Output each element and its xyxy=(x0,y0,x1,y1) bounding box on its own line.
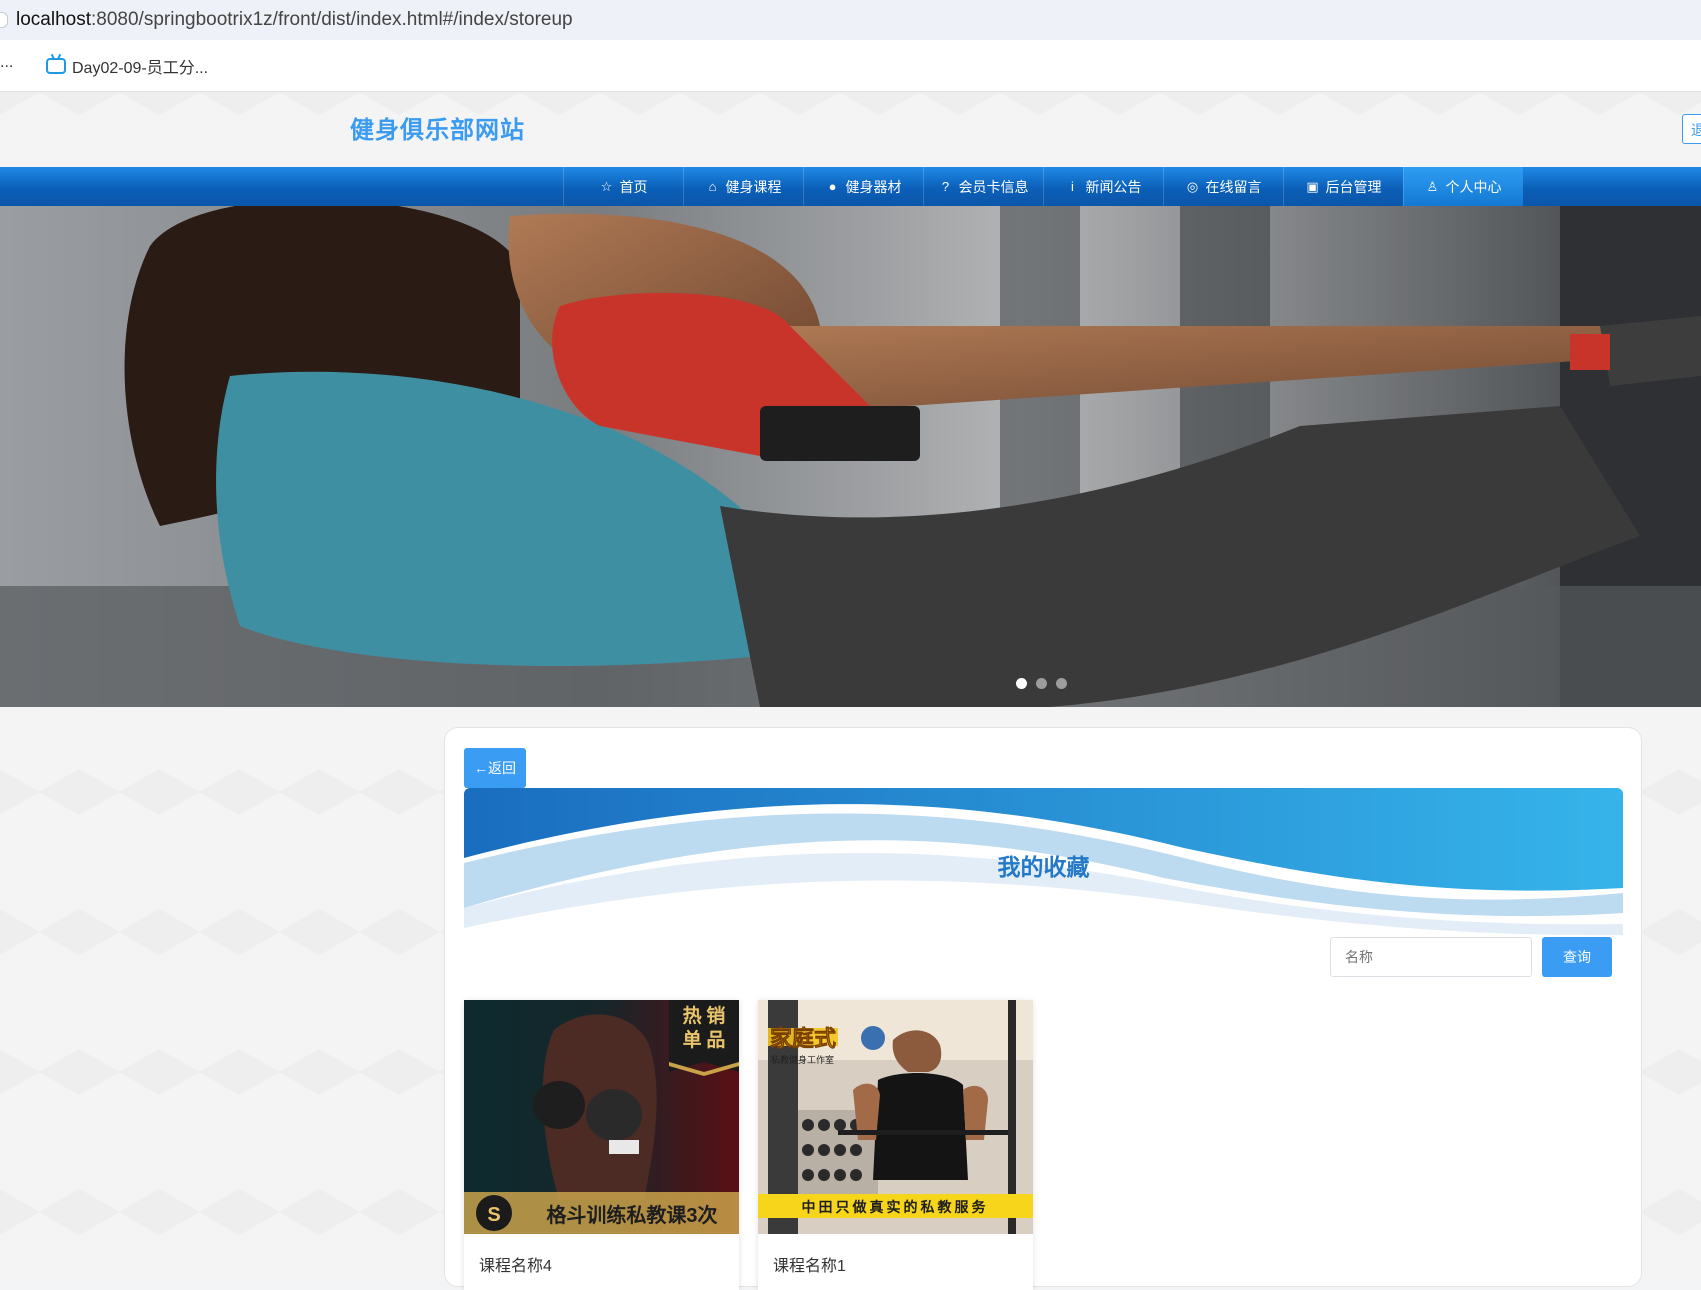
nav-item[interactable]: ♙ 个人中心 xyxy=(1403,167,1523,206)
nav-item[interactable]: ⌂ 健身课程 xyxy=(683,167,803,206)
site-header: 健身俱乐部网站 xyxy=(0,92,1701,167)
search-input[interactable] xyxy=(1330,937,1532,977)
section-title-banner: 我的收藏 xyxy=(464,788,1623,938)
main-navbar: ☆ 首页 ⌂ 健身课程 ● 健身器材? 会员卡信息 i 新闻公告 ◎ 在线留言 ▣ 后台管理 ♙ 个人中心 xyxy=(0,167,1701,208)
logout-button[interactable]: 退 xyxy=(1682,114,1701,144)
badge-top: 热 销 xyxy=(683,1004,726,1027)
page-title: 我的收藏 xyxy=(997,854,1090,880)
card-name: 课程名称1 xyxy=(773,1258,846,1275)
card-name: 课程名称4 xyxy=(479,1258,552,1275)
card-caption: 格斗训练私教课3次 xyxy=(546,1203,717,1227)
bookmarks-more[interactable]: ... xyxy=(0,54,13,72)
nav-icon: ▣ xyxy=(1306,179,1319,194)
nav-label: 在线留言 xyxy=(1205,178,1262,195)
card-image: 热 销 单 品 S 格斗训练私教课3次 xyxy=(464,1000,739,1234)
nav-list: ☆ 首页 ⌂ 健身课程 ● 健身器材? 会员卡信息 i 新闻公告 ◎ 在线留言 ▣ 后台管理 ♙ 个人中心 xyxy=(563,167,1523,206)
nav-label: 后台管理 xyxy=(1325,178,1382,195)
nav-icon: ● xyxy=(828,179,837,194)
nav-icon: ◎ xyxy=(1186,179,1199,194)
nav-icon: ☆ xyxy=(600,179,613,194)
svg-text:S: S xyxy=(487,1204,500,1226)
nav-item[interactable]: ● 健身器材 xyxy=(803,167,923,206)
nav-item[interactable]: ◎ 在线留言 xyxy=(1163,167,1283,206)
card-image: 家庭式 私教健身工作室 中田只做真实的私教服务 xyxy=(758,1000,1033,1234)
site-title: 健身俱乐部网站 xyxy=(350,117,525,144)
nav-icon: ⌂ xyxy=(708,179,717,194)
nav-label: 新闻公告 xyxy=(1085,178,1142,195)
nav-icon: i xyxy=(1071,179,1074,194)
nav-label: 首页 xyxy=(619,178,648,195)
site-info-icon[interactable] xyxy=(0,12,8,28)
nav-label: 个人中心 xyxy=(1445,178,1502,195)
card-tag-title: 家庭式 xyxy=(770,1026,836,1051)
carousel-dot[interactable] xyxy=(1036,678,1047,689)
bilibili-icon xyxy=(46,58,66,74)
nav-icon: ? xyxy=(941,179,950,194)
favorite-card[interactable]: 热 销 单 品 S 格斗训练私教课3次 课程名称4 xyxy=(464,1000,739,1290)
carousel-dots xyxy=(1016,678,1067,689)
badge-bottom: 单 品 xyxy=(683,1028,726,1051)
banner-image xyxy=(0,206,1701,707)
back-button[interactable]: ←返回 xyxy=(464,748,526,788)
nav-label: 健身器材 xyxy=(845,178,902,195)
nav-icon: ♙ xyxy=(1426,179,1439,194)
bookmark-item[interactable]: Day02-09-员工分... xyxy=(46,54,208,78)
address-bar[interactable]: localhost:8080/springbootrix1z/front/dis… xyxy=(0,0,1701,40)
favorite-card[interactable]: 家庭式 私教健身工作室 中田只做真实的私教服务 课程名称1 xyxy=(758,1000,1033,1290)
carousel-dot[interactable] xyxy=(1056,678,1067,689)
nav-item[interactable]: ☆ 首页 xyxy=(563,167,683,206)
bookmark-label: Day02-09-员工分... xyxy=(72,60,209,77)
url-text[interactable]: localhost:8080/springbootrix1z/front/dis… xyxy=(16,9,573,31)
banner-carousel[interactable] xyxy=(0,206,1701,707)
nav-label: 健身课程 xyxy=(725,178,782,195)
card-tag-sub: 私教健身工作室 xyxy=(771,1054,834,1065)
carousel-dot[interactable] xyxy=(1016,678,1027,689)
search-button[interactable]: 查询 xyxy=(1542,937,1612,977)
bookmarks-bar: ... Day02-09-员工分... xyxy=(0,40,1701,92)
nav-label: 会员卡信息 xyxy=(958,178,1029,195)
nav-item[interactable]: i 新闻公告 xyxy=(1043,167,1163,206)
nav-item[interactable]: ▣ 后台管理 xyxy=(1283,167,1403,206)
card-caption: 中田只做真实的私教服务 xyxy=(802,1199,989,1215)
nav-item[interactable]: ? 会员卡信息 xyxy=(923,167,1043,206)
